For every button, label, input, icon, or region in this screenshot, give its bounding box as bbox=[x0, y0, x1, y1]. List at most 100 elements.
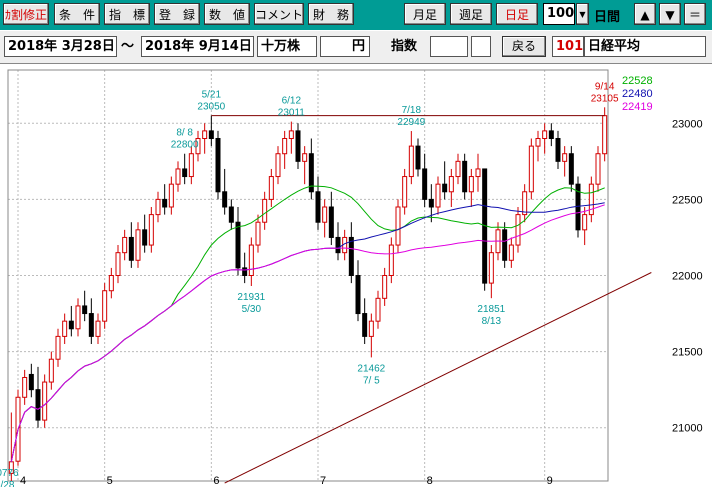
values-button[interactable]: 数 値 bbox=[204, 3, 250, 25]
candle-body bbox=[35, 389, 41, 421]
candle-body bbox=[135, 229, 141, 261]
candle-body bbox=[235, 221, 241, 269]
start-date-field[interactable]: 2018年 3月28日 bbox=[4, 36, 117, 57]
split-adjust-button[interactable]: ｶ割修正 bbox=[3, 3, 49, 25]
candle-body bbox=[302, 153, 308, 162]
candle-body bbox=[222, 191, 228, 208]
monthly-button[interactable]: 月足 bbox=[404, 3, 446, 25]
code-field[interactable]: 101 bbox=[552, 36, 584, 57]
x-tick-label: 8 bbox=[427, 475, 433, 487]
candle-body bbox=[148, 214, 154, 246]
candle-body bbox=[288, 130, 294, 139]
x-tick-label: 5 bbox=[107, 475, 113, 487]
annotation-date: 7/18 bbox=[402, 105, 422, 116]
annotation-value: 22949 bbox=[397, 117, 425, 128]
comment-button[interactable]: コメント bbox=[254, 3, 304, 25]
candle-body bbox=[535, 138, 541, 147]
candle-body bbox=[122, 236, 128, 254]
candle-body bbox=[522, 191, 528, 216]
candle-body bbox=[48, 358, 54, 383]
candle-body bbox=[28, 373, 34, 391]
parameter-bar: 2018年 3月28日 ～ 2018年 9月14日 十万株 円 ▼ 指数 戻る … bbox=[0, 30, 712, 87]
conditions-button[interactable]: 条 件 bbox=[54, 3, 100, 25]
legend-value: 22419 bbox=[622, 101, 653, 113]
toolbar: ｶ割修正 条 件 指 標 登 録 数 値 コメント 財 務 月足 週足 日足 1… bbox=[0, 0, 712, 30]
candle-body bbox=[68, 320, 74, 330]
candle-body bbox=[22, 376, 28, 398]
annotation-date: 5/30 bbox=[242, 304, 262, 315]
candle-body bbox=[582, 214, 588, 231]
candle-body bbox=[548, 130, 554, 139]
candle-body bbox=[475, 168, 481, 178]
candle-body bbox=[375, 297, 381, 322]
annotation-value: 21851 bbox=[477, 304, 505, 315]
candle-body bbox=[275, 153, 281, 178]
index-field-2[interactable] bbox=[471, 36, 491, 57]
candle-body bbox=[282, 138, 288, 155]
candle-body bbox=[348, 236, 354, 276]
candle-body bbox=[248, 244, 254, 277]
candle-body bbox=[55, 335, 61, 360]
candle-body bbox=[82, 305, 88, 315]
candle-body bbox=[268, 176, 274, 200]
annotation-value: 22800 bbox=[171, 140, 199, 151]
candle-body bbox=[422, 168, 428, 200]
annotation-date: 3/28 bbox=[0, 480, 15, 487]
legend: 225282248022419 bbox=[622, 75, 653, 113]
candle-body bbox=[62, 320, 68, 337]
candle-body bbox=[215, 138, 221, 193]
candle-body bbox=[602, 115, 608, 155]
candle-body bbox=[468, 176, 474, 193]
candle-body bbox=[182, 168, 188, 178]
register-button[interactable]: 登 録 bbox=[154, 3, 200, 25]
candle-body bbox=[95, 320, 101, 337]
candle-body bbox=[562, 153, 568, 162]
period-dropdown-icon[interactable]: ▼ bbox=[576, 3, 589, 25]
x-tick-label: 4 bbox=[20, 475, 26, 487]
x-tick-label: 6 bbox=[213, 475, 219, 487]
weekly-button[interactable]: 週足 bbox=[450, 3, 492, 25]
indicators-button[interactable]: 指 標 bbox=[104, 3, 150, 25]
index-field-1[interactable] bbox=[430, 36, 468, 57]
candle-body bbox=[75, 305, 81, 330]
end-date-field[interactable]: 2018年 9月14日 bbox=[141, 36, 254, 57]
candle-body bbox=[115, 252, 121, 277]
candle-body bbox=[462, 160, 468, 193]
back-button[interactable]: 戻る bbox=[502, 36, 546, 57]
candle-body bbox=[408, 145, 414, 178]
reset-zoom-button[interactable]: ＝ bbox=[684, 3, 706, 25]
period-input[interactable]: 100 bbox=[543, 3, 575, 25]
annotation-date: 5/21 bbox=[202, 90, 222, 101]
candle-body bbox=[508, 244, 514, 261]
candle-body bbox=[42, 381, 48, 421]
candle-body bbox=[188, 153, 194, 178]
index-label: 指数 bbox=[391, 39, 418, 54]
candle-body bbox=[162, 198, 168, 208]
annotation-date: 8/ 8 bbox=[176, 128, 193, 139]
currency-select[interactable]: 円 bbox=[320, 36, 370, 57]
y-tick-label: 22500 bbox=[672, 194, 703, 206]
candle-body bbox=[155, 198, 161, 216]
candle-body bbox=[322, 206, 328, 223]
volume-unit-field: 十万株 bbox=[257, 36, 317, 57]
candle-body bbox=[228, 206, 234, 223]
annotation-value: 21462 bbox=[357, 363, 385, 374]
legend-value: 22480 bbox=[622, 88, 653, 100]
period-unit: 日間 bbox=[594, 10, 621, 25]
daily-button[interactable]: 日足 bbox=[496, 3, 538, 25]
x-tick-label: 7 bbox=[320, 475, 326, 487]
scroll-down-button[interactable]: ▼ bbox=[659, 3, 681, 25]
candle-body bbox=[262, 198, 268, 223]
annotation-date: 7/ 5 bbox=[363, 375, 380, 386]
candle-body bbox=[395, 206, 401, 246]
price-chart: 21000 21500 22000 22500 23000 4 5 6 7 8 9 207763/2… bbox=[0, 64, 712, 487]
candle-body bbox=[455, 160, 461, 178]
candle-body bbox=[542, 130, 548, 139]
candle-body bbox=[335, 236, 341, 254]
candle-body bbox=[355, 275, 361, 315]
candle-body bbox=[168, 183, 174, 208]
financials-button[interactable]: 財 務 bbox=[308, 3, 354, 25]
candle-body bbox=[448, 176, 454, 193]
scroll-up-button[interactable]: ▲ bbox=[634, 3, 656, 25]
y-tick-label: 22000 bbox=[672, 271, 703, 283]
